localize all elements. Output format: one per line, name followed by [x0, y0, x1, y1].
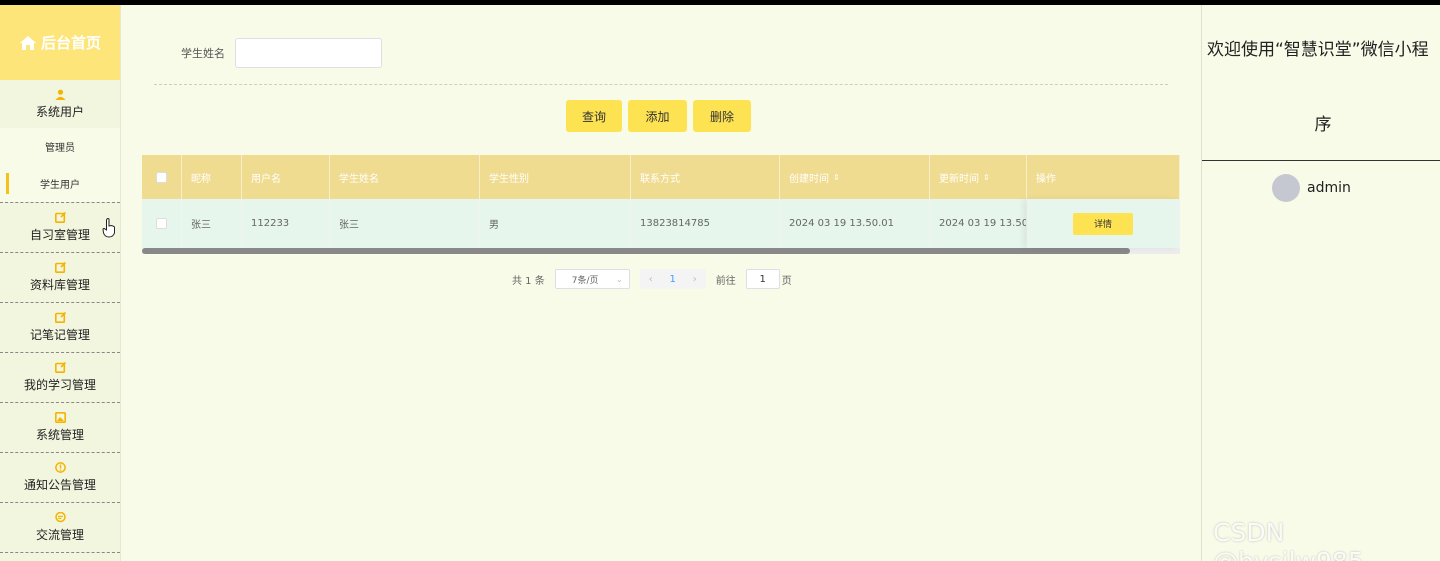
data-table: 昵称 用户名 学生姓名 学生性别 联系方式 创建时间 ⇕ 更新时间 ⇕ 操作 张三 …: [142, 155, 1180, 254]
sidebar-subitem-admin[interactable]: 管理员: [0, 128, 120, 165]
row-select-cell: [142, 199, 182, 248]
sidebar-item-discussion[interactable]: 交流管理: [0, 503, 120, 553]
toolbar: 查询 添加 删除: [566, 100, 751, 132]
brand-label: 后台首页: [40, 34, 101, 52]
horizontal-scrollbar[interactable]: [142, 248, 1180, 254]
user-icon: [55, 89, 65, 100]
sidebar-item-my-study[interactable]: 我的学习管理: [0, 353, 120, 403]
column-header-label: 创建时间: [789, 173, 829, 185]
column-header-username: 用户名: [242, 155, 330, 199]
image-icon: [54, 412, 66, 423]
edit-icon: [54, 362, 66, 373]
right-panel: 欢迎使用“智慧识堂”微信小程 序 admin: [1201, 5, 1440, 561]
username: admin: [1307, 180, 1351, 196]
column-header-contact: 联系方式: [631, 155, 780, 199]
delete-button[interactable]: 删除: [693, 100, 751, 132]
edit-icon: [54, 212, 66, 223]
sidebar-subitem-label: 学生用户: [40, 180, 80, 191]
chevron-down-icon: ⌄: [616, 274, 623, 284]
table-row: 张三 112233 张三 男 13823814785 2024 03 19 13…: [142, 199, 1180, 248]
sidebar-item-system-users[interactable]: 系统用户: [0, 80, 120, 128]
user-info[interactable]: admin: [1272, 174, 1351, 202]
search-row: 学生姓名: [181, 38, 382, 68]
info-icon: [54, 462, 66, 473]
table-header: 昵称 用户名 学生姓名 学生性别 联系方式 创建时间 ⇕ 更新时间 ⇕ 操作: [142, 155, 1180, 199]
main-content: 学生姓名 查询 添加 删除 昵称 用户名 学生姓名 学生性别 联系方式 创建时间…: [121, 5, 1201, 561]
column-header-created[interactable]: 创建时间 ⇕: [780, 155, 930, 199]
cell-action: 详情: [1027, 199, 1180, 248]
avatar[interactable]: [1272, 174, 1300, 202]
sidebar-brand[interactable]: 后台首页: [0, 5, 120, 80]
home-icon: [19, 35, 36, 50]
detail-button[interactable]: 详情: [1073, 212, 1133, 235]
pagination: 共 1 条 7条/页 ⌄ ‹ 1 › 前往 1 页: [512, 269, 792, 289]
student-name-input[interactable]: [235, 38, 382, 68]
sidebar-item-label: 资料库管理: [29, 278, 90, 292]
edit-icon: [54, 312, 66, 323]
sidebar-item-system-admin[interactable]: 系统管理: [0, 403, 120, 453]
sidebar: 后台首页 系统用户 管理员 学生用户 自习室管理 资料库管理 记笔记管理 我的学…: [0, 5, 121, 561]
search-label: 学生姓名: [181, 47, 225, 60]
pagination-total: 共 1 条: [512, 275, 545, 287]
column-header-gender: 学生性别: [480, 155, 631, 199]
page-size-value: 7条/页: [571, 275, 599, 286]
cell-updated: 2024 03 19 13.50.01: [930, 199, 1027, 248]
cell-username: 112233: [242, 199, 330, 248]
sidebar-item-label: 我的学习管理: [23, 378, 96, 392]
cell-gender: 男: [480, 199, 631, 248]
row-checkbox[interactable]: [156, 218, 167, 229]
sidebar-subitem-label: 管理员: [45, 143, 75, 154]
welcome-message: 欢迎使用“智慧识堂”微信小程 序: [1207, 35, 1439, 140]
scrollbar-thumb[interactable]: [142, 248, 1130, 254]
sidebar-item-label: 记笔记管理: [29, 328, 90, 342]
page-number[interactable]: 1: [661, 269, 684, 289]
column-header-student-name: 学生姓名: [330, 155, 480, 199]
welcome-line-2: 序: [1314, 115, 1332, 135]
sidebar-item-notes[interactable]: 记笔记管理: [0, 303, 120, 353]
sort-icon[interactable]: ⇕: [833, 173, 840, 182]
page-size-select[interactable]: 7条/页 ⌄: [554, 269, 630, 289]
goto-page-input[interactable]: 1: [745, 269, 780, 289]
edit-icon: [54, 262, 66, 273]
search-divider: [154, 84, 1168, 85]
column-header-label: 更新时间: [939, 173, 979, 185]
welcome-line-1: 欢迎使用“智慧识堂”微信小程: [1207, 40, 1429, 60]
sidebar-subitem-student-users[interactable]: 学生用户: [0, 165, 120, 202]
page-nav: ‹ 1 ›: [639, 269, 706, 289]
sidebar-submenu: 管理员 学生用户: [0, 128, 120, 203]
select-all-checkbox[interactable]: [156, 171, 167, 183]
cell-created: 2024 03 19 13.50.01: [780, 199, 930, 248]
goto-prefix: 前往: [715, 275, 736, 287]
sidebar-item-label: 系统管理: [35, 428, 84, 442]
column-header-action: 操作: [1027, 155, 1180, 199]
sidebar-item-library[interactable]: 资料库管理: [0, 253, 120, 303]
sidebar-item-label: 交流管理: [35, 528, 84, 542]
prev-page-button[interactable]: ‹: [639, 269, 662, 289]
panel-divider: [1202, 160, 1440, 161]
column-header-updated[interactable]: 更新时间 ⇕: [930, 155, 1027, 199]
hand-cursor-icon: [102, 218, 115, 238]
next-page-button[interactable]: ›: [683, 269, 706, 289]
add-button[interactable]: 添加: [628, 100, 687, 132]
sidebar-item-label: 自习室管理: [29, 228, 90, 242]
cell-nickname: 张三: [182, 199, 242, 248]
select-all-cell: [142, 155, 182, 199]
sidebar-item-label: 通知公告管理: [23, 478, 96, 492]
sort-icon[interactable]: ⇕: [983, 173, 990, 182]
cell-student-name: 张三: [330, 199, 480, 248]
sidebar-item-notices[interactable]: 通知公告管理: [0, 453, 120, 503]
cell-contact: 13823814785: [631, 199, 780, 248]
watermark: CSDN @bysjlw985: [1213, 518, 1364, 561]
goto-suffix: 页: [781, 275, 792, 287]
query-button[interactable]: 查询: [566, 100, 622, 132]
chat-icon: [54, 512, 66, 523]
column-header-nickname: 昵称: [182, 155, 242, 199]
sidebar-item-label: 系统用户: [35, 104, 84, 119]
